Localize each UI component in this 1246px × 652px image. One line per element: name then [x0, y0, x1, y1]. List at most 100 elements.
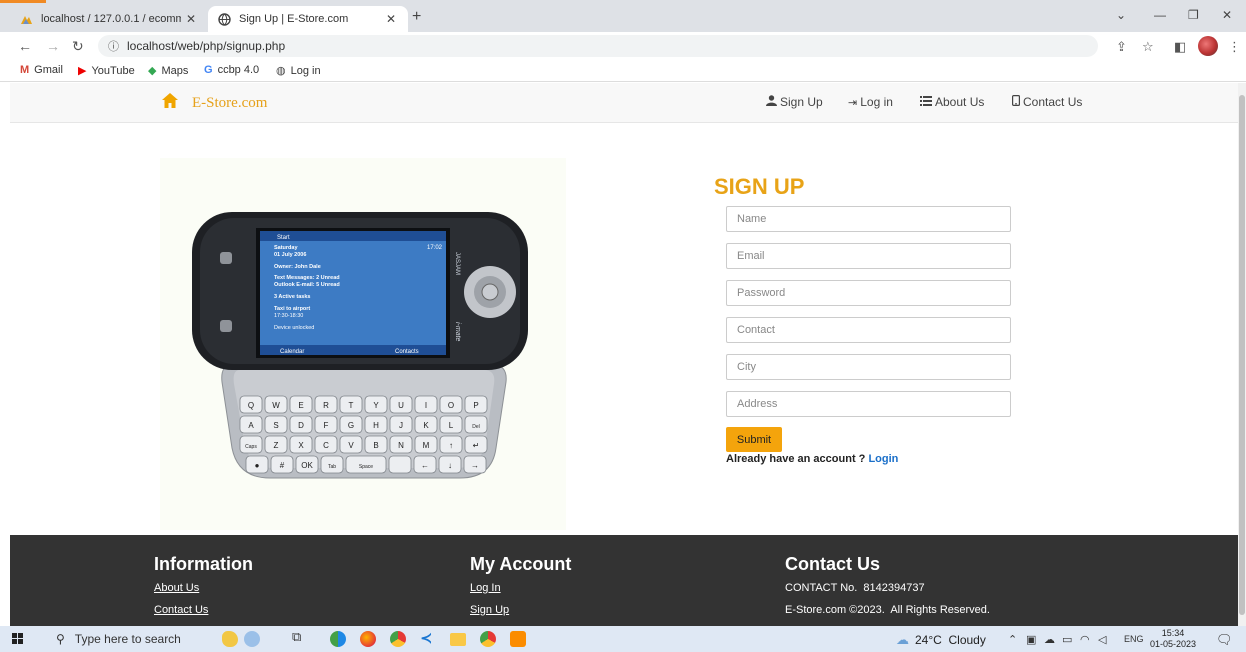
- bookmarks-bar: M Gmail ▶ YouTube ◆ Maps G ccbp 4.0 ◍ Lo…: [0, 60, 1246, 82]
- phone-key-label: Y: [373, 401, 379, 410]
- google-icon: G: [204, 64, 213, 76]
- phone-screen-text: Text Messages: 2 Unread: [274, 275, 340, 281]
- phone-screen-text: JASJAM: [454, 252, 460, 275]
- clock-date: 01-05-2023: [1150, 639, 1197, 649]
- bookmark-star-icon[interactable]: ☆: [1142, 39, 1154, 55]
- product-phone-image: Start 17:02 Saturday 01 July 2006 Owner:…: [190, 212, 530, 487]
- windows-start-icon[interactable]: [12, 633, 24, 645]
- nav-about-us[interactable]: About Us: [920, 95, 984, 109]
- phone-screen-text: 3 Active tasks: [274, 294, 311, 300]
- already-account-label: Already have an account ?: [726, 453, 869, 465]
- tab-accent-strip: [0, 0, 46, 3]
- phone-key-label: X: [298, 441, 304, 450]
- notifications-icon[interactable]: 🗨: [1216, 632, 1233, 648]
- email-input[interactable]: [726, 243, 1011, 269]
- phone-key-label: →: [471, 461, 479, 470]
- city-input[interactable]: [726, 354, 1011, 380]
- site-info-icon[interactable]: ⓘ: [108, 38, 119, 54]
- phone-screen-text: Taxi to airport: [274, 306, 310, 312]
- hidden-icons-chevron-icon[interactable]: ⌃: [1008, 633, 1017, 646]
- password-input[interactable]: [726, 280, 1011, 306]
- tray-cloud-icon[interactable]: ☁: [1044, 633, 1055, 646]
- task-view-icon[interactable]: ⧉: [292, 629, 308, 645]
- phone-key-label: G: [348, 421, 354, 430]
- close-tab-icon[interactable]: ✕: [386, 12, 396, 26]
- footer-link-about-us[interactable]: About Us: [154, 582, 199, 594]
- address-input[interactable]: [726, 391, 1011, 417]
- close-tab-icon[interactable]: ✕: [186, 12, 196, 26]
- brand-name: E-Store.com: [192, 94, 268, 111]
- globe-icon: [218, 12, 231, 26]
- contact-input[interactable]: [726, 317, 1011, 343]
- bookmark-ccbp[interactable]: G ccbp 4.0: [204, 64, 259, 76]
- chat-icon[interactable]: [244, 631, 260, 647]
- address-toolbar: ← → ↻ ⓘ localhost/web/php/signup.php ⇪ ☆…: [0, 32, 1246, 60]
- minimize-icon[interactable]: —: [1154, 8, 1166, 22]
- phone-screen-text: Saturday: [274, 245, 298, 251]
- edge-icon[interactable]: [330, 631, 346, 647]
- close-window-icon[interactable]: ✕: [1222, 8, 1232, 22]
- tab-signup[interactable]: Sign Up | E-Store.com ✕: [208, 6, 408, 32]
- battery-icon[interactable]: ▭: [1062, 633, 1072, 646]
- nav-log-in[interactable]: ⇥ Log in: [848, 95, 893, 109]
- maximize-icon[interactable]: ❐: [1188, 8, 1199, 22]
- phone-key-label: C: [323, 441, 329, 450]
- taskbar-clock[interactable]: 15:34 01-05-2023: [1150, 628, 1196, 650]
- footer-my-account-title: My Account: [470, 554, 572, 574]
- file-explorer-icon[interactable]: [450, 633, 466, 646]
- profile-avatar[interactable]: [1198, 36, 1218, 56]
- tab-title: localhost / 127.0.0.1 / ecommerce: [41, 13, 181, 25]
- widgets-icon[interactable]: [222, 631, 238, 647]
- bookmark-login[interactable]: ◍ Log in: [276, 64, 321, 78]
- bookmark-maps[interactable]: ◆ Maps: [148, 64, 189, 78]
- side-panel-icon[interactable]: ◧: [1174, 39, 1186, 55]
- chrome-icon[interactable]: [390, 631, 406, 647]
- tray-app-icon[interactable]: ▣: [1026, 633, 1036, 646]
- vscode-icon[interactable]: ≺: [420, 629, 436, 647]
- phone-key-label: Q: [248, 401, 254, 410]
- phone-key-label: ↑: [449, 441, 453, 450]
- url-bar[interactable]: ⓘ localhost/web/php/signup.php: [98, 35, 1098, 57]
- bookmark-label: Maps: [161, 64, 189, 77]
- phone-screen-text: Start: [277, 235, 290, 241]
- share-icon[interactable]: ⇪: [1116, 39, 1127, 55]
- login-link[interactable]: Login: [868, 453, 898, 465]
- phone-screen-text: 01 July 2006: [274, 252, 306, 258]
- brand-link[interactable]: E-Store.com: [162, 93, 267, 113]
- back-arrow-icon[interactable]: ←: [18, 38, 32, 54]
- phone-screen-text: Outlook E-mail: 5 Unread: [274, 282, 340, 288]
- site-footer: Information About Us Contact Us My Accou…: [10, 535, 1238, 626]
- footer-link-contact-us[interactable]: Contact Us: [154, 604, 208, 616]
- name-input[interactable]: [726, 206, 1011, 232]
- forward-arrow-icon[interactable]: →: [46, 38, 60, 54]
- language-indicator[interactable]: ENG: [1124, 634, 1144, 644]
- phone-key-label: P: [473, 401, 478, 410]
- bookmark-youtube[interactable]: ▶ YouTube: [78, 64, 135, 78]
- phone-screen-text: 17:30-18:30: [274, 313, 303, 319]
- reload-icon[interactable]: ↻: [72, 38, 84, 55]
- weather-widget[interactable]: ☁ 24°C Cloudy: [896, 632, 986, 648]
- submit-button[interactable]: Submit: [726, 427, 782, 452]
- nav-sign-up[interactable]: Sign Up: [766, 95, 823, 109]
- bookmark-label: YouTube: [91, 64, 135, 77]
- phone-key-label: R: [323, 401, 329, 410]
- tab-phpmyadmin[interactable]: localhost / 127.0.0.1 / ecommerce ✕: [10, 6, 208, 32]
- taskbar-search[interactable]: ⚲ Type here to search: [46, 628, 216, 650]
- tab-search-chevron-icon[interactable]: ⌄: [1116, 8, 1126, 22]
- firefox-icon[interactable]: [360, 631, 376, 647]
- globe-icon: ◍: [276, 65, 286, 77]
- nav-contact-us[interactable]: Contact Us: [1012, 95, 1082, 109]
- volume-icon[interactable]: ◁: [1098, 633, 1106, 646]
- footer-link-log-in[interactable]: Log In: [470, 582, 501, 594]
- new-tab-icon[interactable]: +: [412, 8, 421, 26]
- bookmark-label: Gmail: [34, 64, 63, 76]
- nav-label: Sign Up: [780, 95, 823, 109]
- chrome-icon[interactable]: [480, 631, 496, 647]
- wifi-icon[interactable]: ◠: [1080, 633, 1090, 646]
- footer-link-sign-up[interactable]: Sign Up: [470, 604, 509, 616]
- bookmark-gmail[interactable]: M Gmail: [20, 64, 63, 76]
- page-scrollbar-thumb[interactable]: [1239, 95, 1245, 615]
- xampp-icon[interactable]: [510, 631, 526, 647]
- menu-kebab-icon[interactable]: ⋮: [1228, 39, 1241, 55]
- phone-key-label: Space: [359, 464, 373, 470]
